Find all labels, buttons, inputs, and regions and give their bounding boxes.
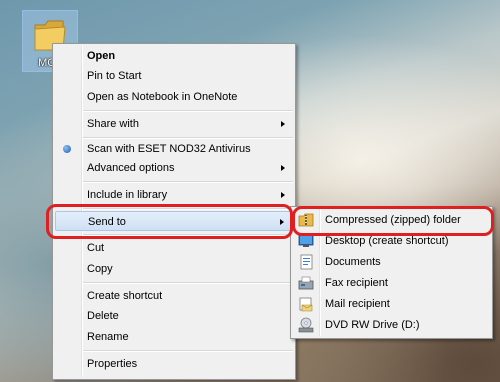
menu-separator <box>83 181 293 183</box>
menu-separator <box>83 110 293 112</box>
documents-icon <box>300 254 313 270</box>
send-to-item-documents[interactable]: Documents <box>293 252 490 272</box>
menu-item-rename[interactable]: Rename <box>55 327 293 347</box>
share-with-label: Share with <box>87 118 139 130</box>
mail-icon <box>299 297 313 312</box>
menu-separator <box>83 282 293 284</box>
menu-item-open[interactable]: Open <box>55 46 293 66</box>
scan-eset-label: Scan with ESET NOD32 Antivirus <box>87 143 251 155</box>
submenu-arrow-icon <box>281 165 285 171</box>
submenu-arrow-icon <box>281 121 285 127</box>
send-to-item-label: Documents <box>325 256 381 268</box>
fax-icon <box>298 276 314 290</box>
send-to-item-fax[interactable]: Fax recipient <box>293 273 490 293</box>
eset-scan-icon <box>63 145 71 153</box>
send-to-item-mail[interactable]: Mail recipient <box>293 294 490 314</box>
menu-item-properties[interactable]: Properties <box>55 354 293 374</box>
menu-item-scan-eset[interactable]: Scan with ESET NOD32 Antivirus <box>55 139 293 159</box>
menu-item-create-shortcut[interactable]: Create shortcut <box>55 286 293 306</box>
menu-item-pin-to-start[interactable]: Pin to Start <box>55 66 293 86</box>
send-to-item-label: Mail recipient <box>325 298 390 310</box>
menu-item-copy[interactable]: Copy <box>55 259 293 279</box>
send-to-item-label: DVD RW Drive (D:) <box>325 319 420 331</box>
menu-item-open-onenote[interactable]: Open as Notebook in OneNote <box>55 87 293 107</box>
menu-item-advanced-options[interactable]: Advanced options <box>55 158 293 178</box>
include-in-library-label: Include in library <box>87 189 168 201</box>
advanced-options-label: Advanced options <box>87 162 175 174</box>
menu-item-cut[interactable]: Cut <box>55 238 293 258</box>
send-to-item-label: Desktop (create shortcut) <box>325 235 449 247</box>
menu-item-delete[interactable]: Delete <box>55 306 293 326</box>
send-to-highlight-annotation <box>46 204 293 239</box>
dvd-drive-icon <box>298 317 314 333</box>
compressed-folder-highlight-annotation <box>292 206 494 236</box>
submenu-arrow-icon <box>281 192 285 198</box>
menu-separator <box>83 350 293 352</box>
menu-item-include-in-library[interactable]: Include in library <box>55 185 293 205</box>
send-to-item-dvd-drive[interactable]: DVD RW Drive (D:) <box>293 315 490 335</box>
send-to-item-label: Fax recipient <box>325 277 388 289</box>
menu-item-share-with[interactable]: Share with <box>55 114 293 134</box>
